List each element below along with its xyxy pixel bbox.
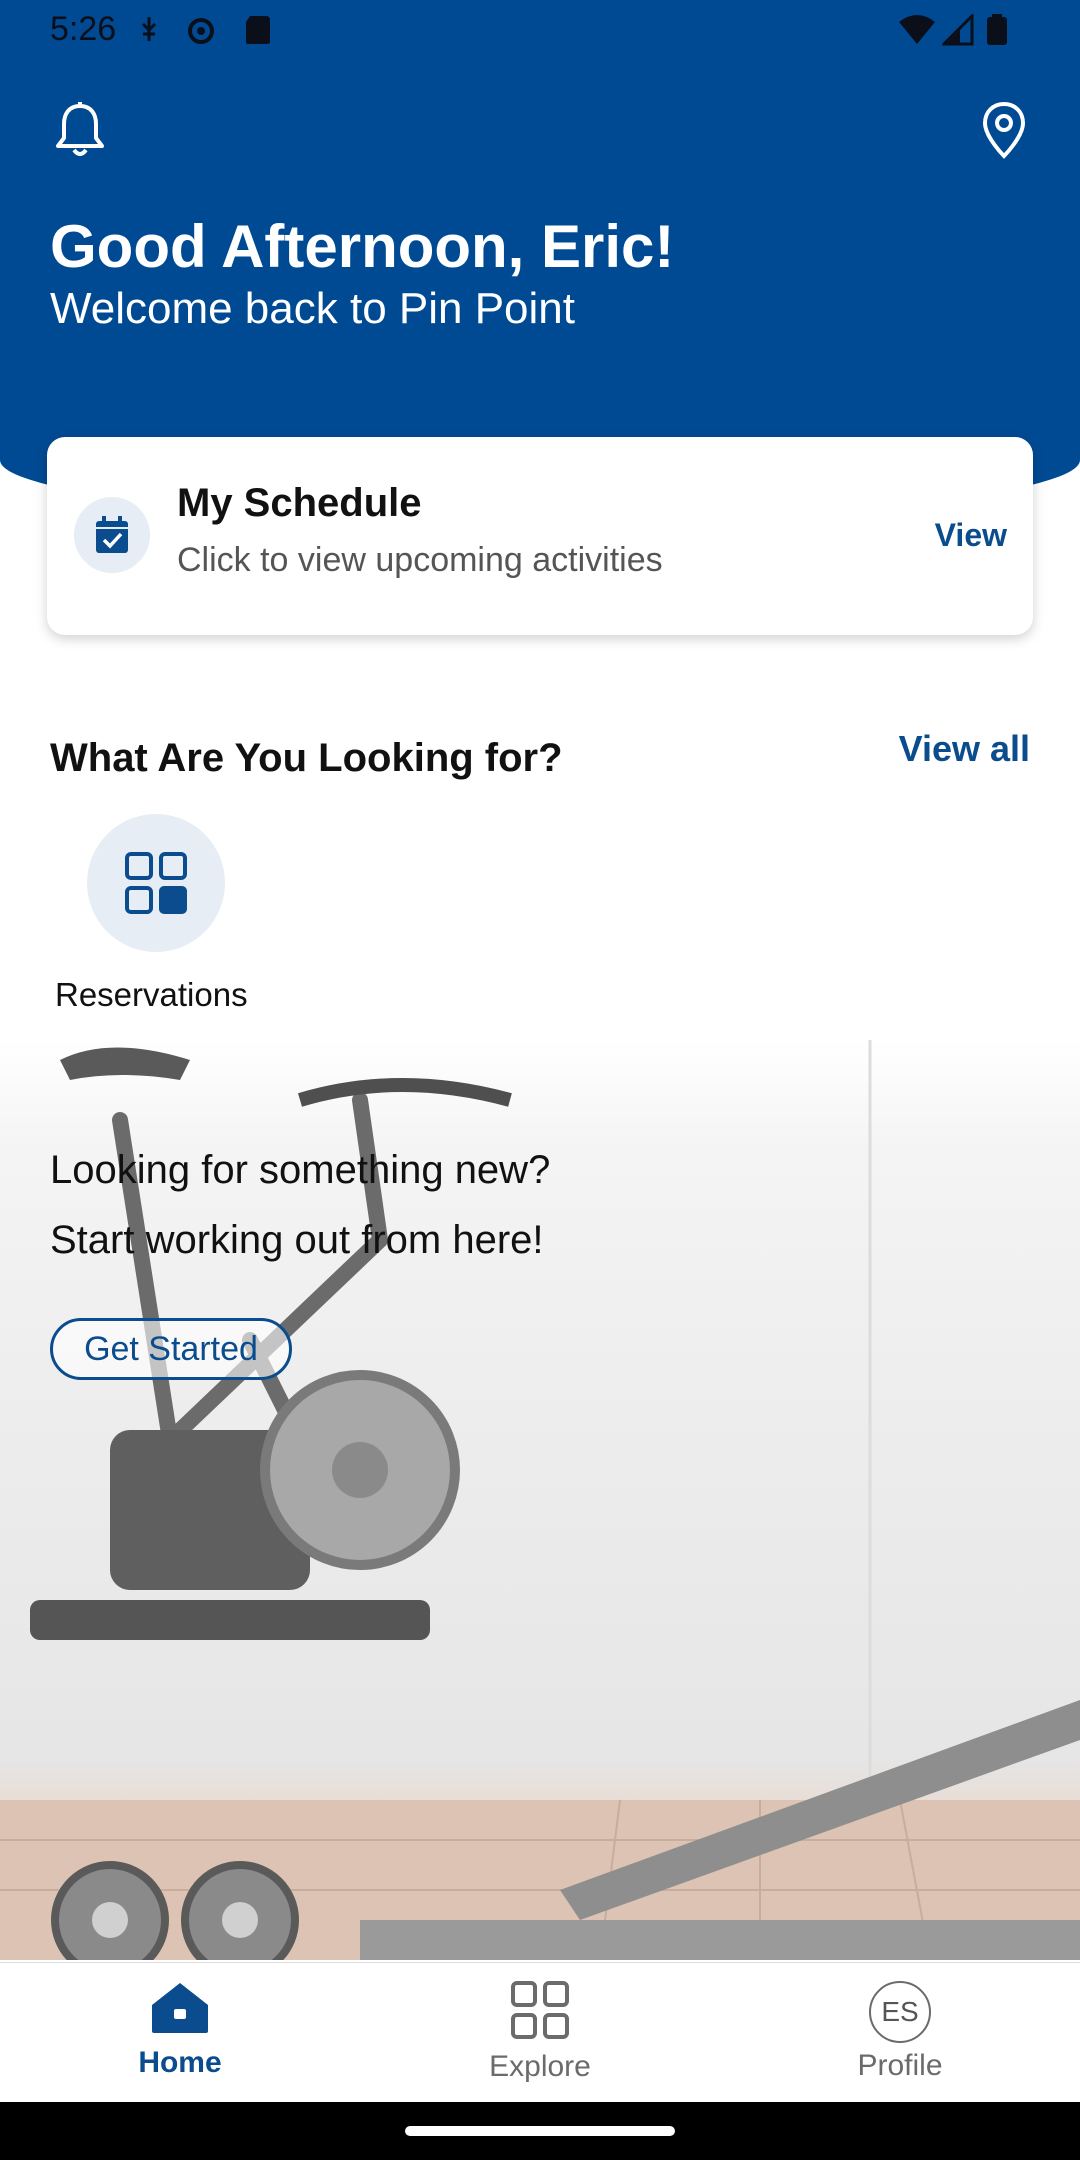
home-icon xyxy=(150,1981,210,2040)
settings-gear-icon xyxy=(184,14,214,44)
nav-profile-label: Profile xyxy=(857,2049,943,2082)
schedule-title: My Schedule xyxy=(177,481,422,525)
nav-explore-label: Explore xyxy=(489,2050,591,2083)
battery-icon xyxy=(986,14,1008,51)
get-started-button[interactable]: Get Started xyxy=(50,1318,292,1380)
section-title: What Are You Looking for? xyxy=(50,736,563,780)
nav-profile[interactable]: ES Profile xyxy=(800,1963,1000,2103)
greeting-subtitle: Welcome back to Pin Point xyxy=(50,284,575,333)
gesture-handle[interactable] xyxy=(405,2126,675,2136)
grid-icon xyxy=(87,814,225,952)
nav-explore[interactable]: Explore xyxy=(440,1963,640,2103)
nav-home-label: Home xyxy=(138,2046,222,2079)
usb-debug-icon xyxy=(134,14,164,44)
sd-card-icon xyxy=(244,14,274,44)
status-bar: 5:26 xyxy=(0,0,1080,62)
wifi-icon xyxy=(898,14,936,51)
schedule-subtitle: Click to view upcoming activities xyxy=(177,541,663,579)
promo-heading: Looking for something new? xyxy=(50,1148,551,1192)
greeting-title: Good Afternoon, Eric! xyxy=(50,213,675,280)
location-pin-icon[interactable] xyxy=(964,90,1044,170)
promo-subheading: Start working out from here! xyxy=(50,1218,544,1262)
nav-home[interactable]: Home xyxy=(80,1963,280,2103)
schedule-view-link[interactable]: View xyxy=(935,517,1007,554)
reservations-tile[interactable]: Reservations xyxy=(50,812,260,1022)
grid-icon xyxy=(511,1981,569,2044)
cellular-signal-icon xyxy=(940,12,974,51)
view-all-link[interactable]: View all xyxy=(899,728,1030,770)
reservations-label: Reservations xyxy=(55,976,248,1013)
status-time: 5:26 xyxy=(50,10,117,48)
calendar-icon xyxy=(74,497,150,573)
bottom-navigation: Home Explore ES Profile xyxy=(0,1962,1080,2102)
system-navigation-bar xyxy=(0,2102,1080,2160)
avatar-icon: ES xyxy=(869,1981,931,2043)
my-schedule-card[interactable]: My Schedule Click to view upcoming activ… xyxy=(47,437,1033,635)
notifications-bell-icon[interactable] xyxy=(40,90,120,170)
